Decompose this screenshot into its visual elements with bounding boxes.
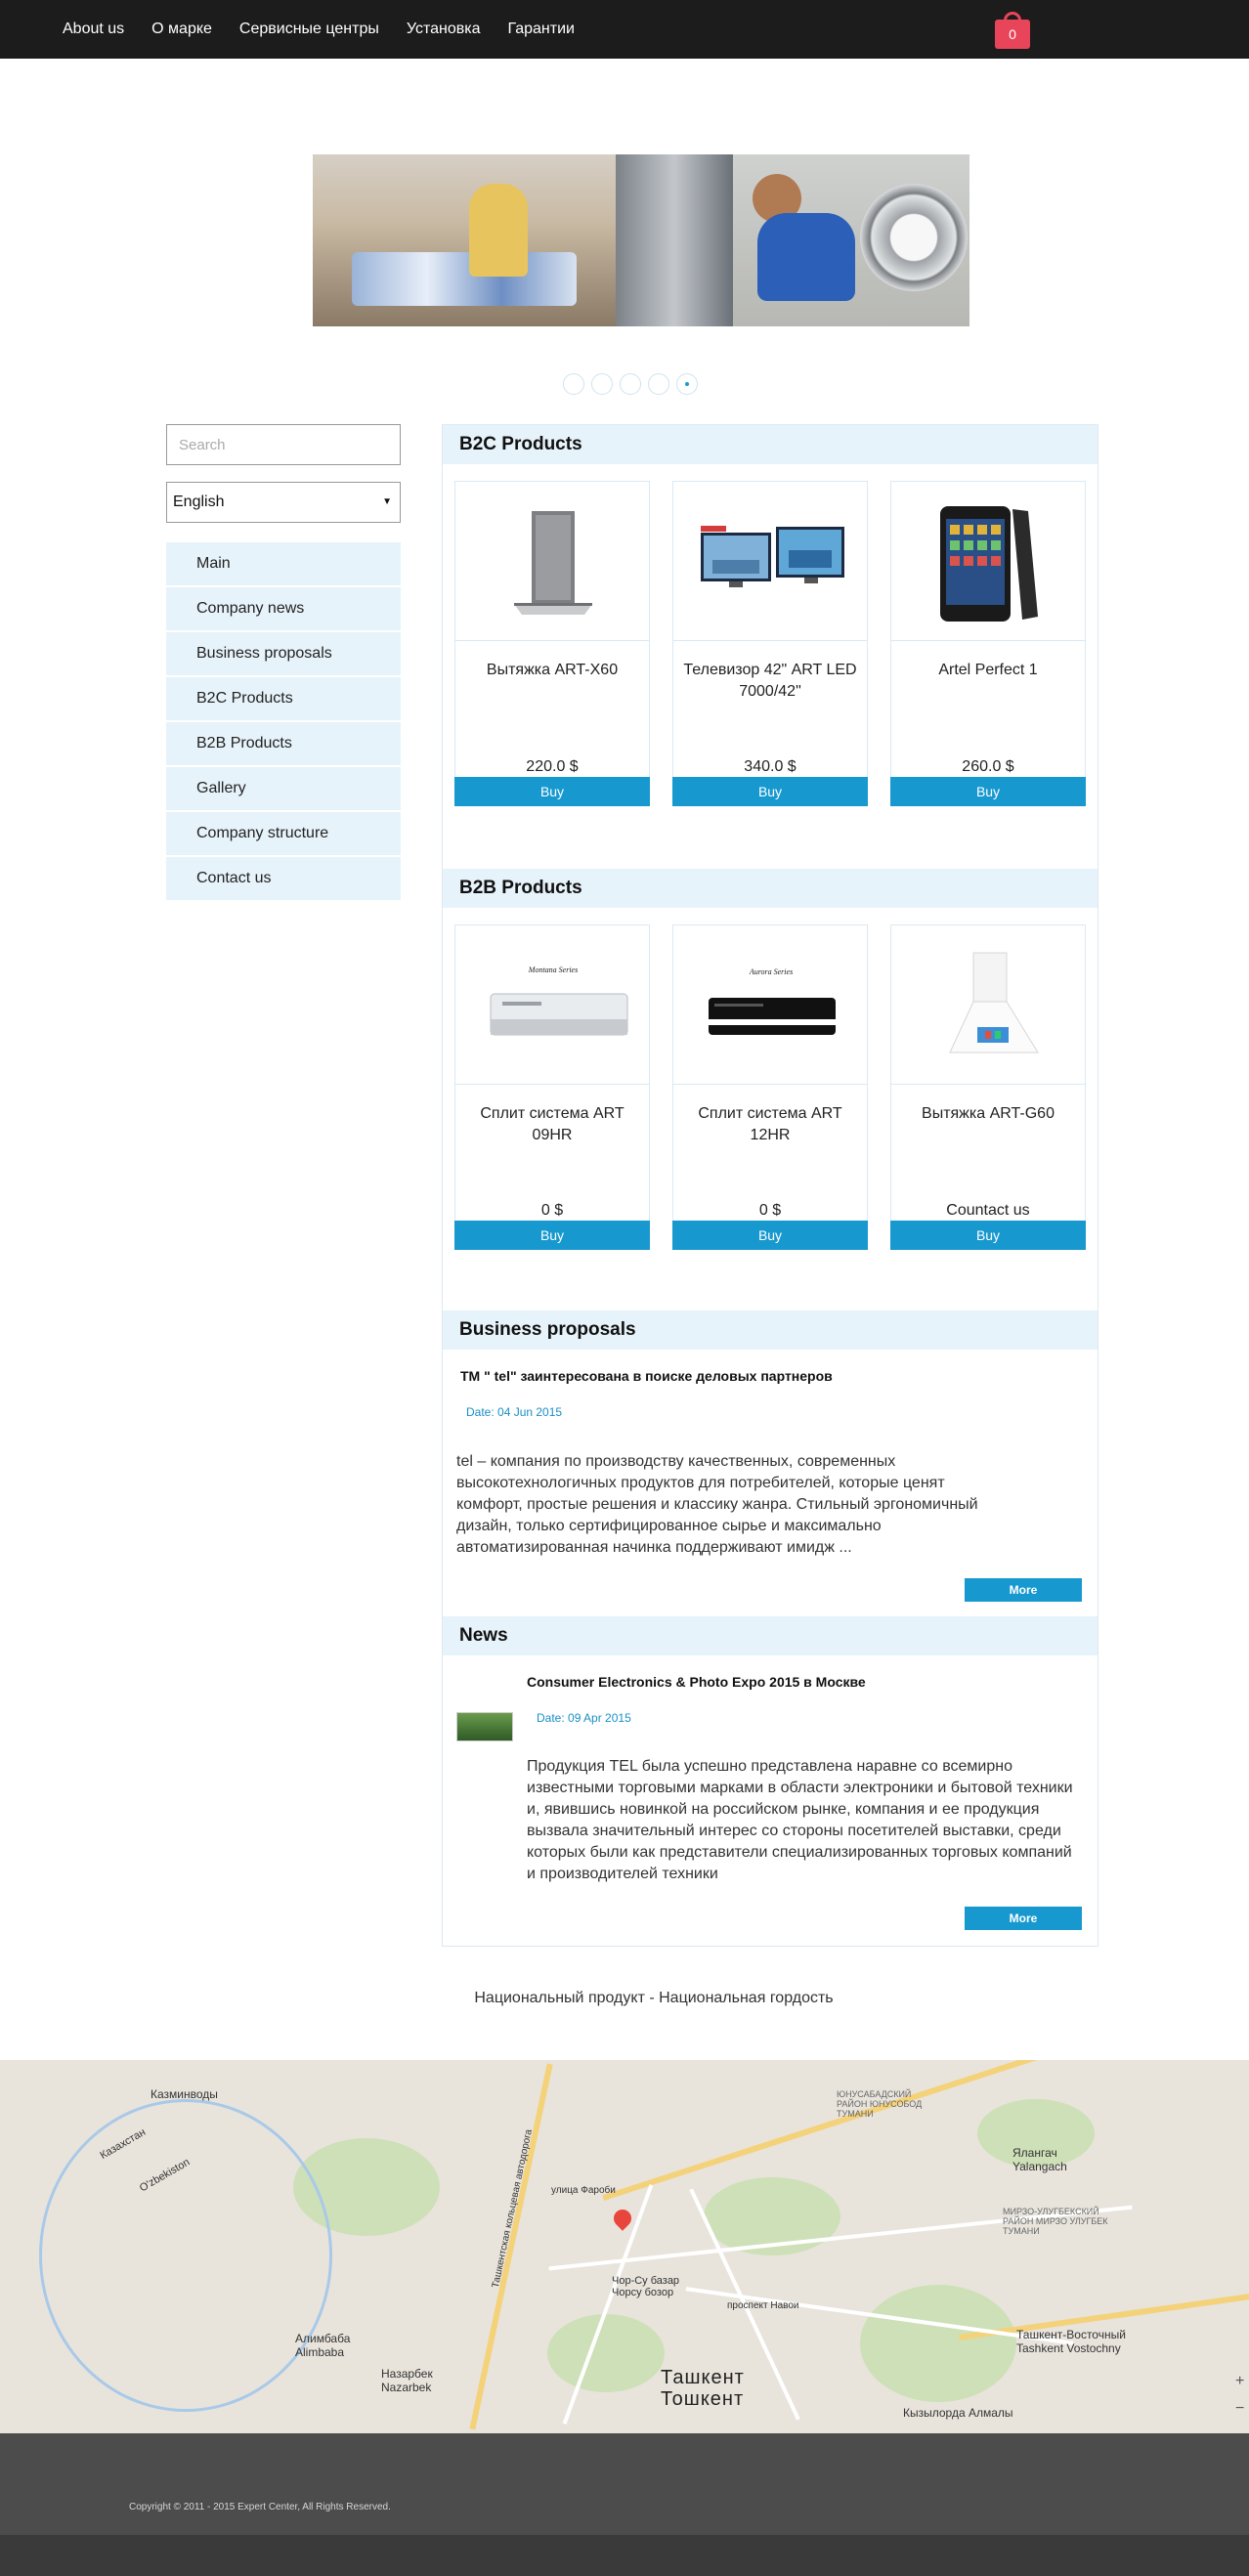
- product-price: 260.0 $: [962, 758, 1014, 775]
- product-name[interactable]: Телевизор 42" ART LED 7000/42": [672, 660, 868, 703]
- zoom-out-icon[interactable]: −: [1235, 2400, 1244, 2418]
- product-price: 0 $: [540, 1202, 564, 1219]
- news-item-date: Date: 09 Apr 2015: [537, 1711, 631, 1725]
- more-button[interactable]: More: [965, 1578, 1082, 1602]
- product-name[interactable]: Сплит система ART 12HR: [672, 1103, 868, 1146]
- sidebar-menu: Main Company news Business proposals B2C…: [166, 542, 401, 902]
- product-name[interactable]: Artel Perfect 1: [890, 660, 1086, 681]
- top-menu: About us О марке Сервисные центры Устано…: [49, 0, 588, 59]
- slider-dots: [563, 373, 698, 395]
- map-marker-icon[interactable]: [610, 2206, 635, 2235]
- news-item-title[interactable]: Consumer Electronics & Photo Expo 2015 в…: [527, 1674, 866, 1690]
- dropdown-arrow-icon: ▼: [382, 496, 392, 507]
- product-name[interactable]: Сплит система ART 09HR: [454, 1103, 650, 1146]
- product-price: Countact us: [946, 1202, 1030, 1219]
- search-input[interactable]: [166, 424, 401, 465]
- business-item-text: tel – компания по производству качествен…: [456, 1453, 978, 1556]
- b2c-section-title: B2C Products: [443, 425, 1098, 464]
- buy-button[interactable]: Buy: [890, 777, 1086, 806]
- top-navigation: About us О марке Сервисные центры Устано…: [0, 0, 1249, 59]
- product-price: 340.0 $: [744, 758, 797, 775]
- product-image-caption: Montana Series: [528, 966, 578, 974]
- sidebar-item-company-news[interactable]: Company news: [166, 587, 401, 630]
- product-image-split-ac[interactable]: Montana Series: [454, 924, 650, 1085]
- product-card: Aurora Series Сплит система ART 12HR 0 $…: [672, 924, 868, 1250]
- product-price: 0 $: [758, 1202, 782, 1219]
- sidebar-item-business-proposals[interactable]: Business proposals: [166, 632, 401, 675]
- language-value: English: [173, 494, 225, 510]
- slider-dot-active[interactable]: [676, 373, 698, 395]
- language-select[interactable]: English ▼: [166, 482, 401, 523]
- product-image-hood[interactable]: [454, 481, 650, 641]
- buy-button[interactable]: Buy: [890, 1221, 1086, 1250]
- cart-count: 0: [995, 20, 1030, 49]
- business-proposals-title: Business proposals: [443, 1310, 1098, 1350]
- product-card: Вытяжка ART-X60 220.0 $ Buy: [454, 481, 650, 806]
- product-image-hood[interactable]: [890, 924, 1086, 1085]
- product-image-caption: Aurora Series: [749, 967, 793, 976]
- product-image-tv[interactable]: [672, 481, 868, 641]
- news-item-text: Продукция TEL была успешно представлена …: [527, 1758, 1073, 1882]
- product-price: 220.0 $: [526, 758, 579, 775]
- more-button[interactable]: More: [965, 1907, 1082, 1930]
- b2b-section-title: B2B Products: [443, 869, 1098, 908]
- sidebar-item-gallery[interactable]: Gallery: [166, 767, 401, 810]
- buy-button[interactable]: Buy: [454, 1221, 650, 1250]
- banner-slide-image: [313, 154, 969, 326]
- business-item-title[interactable]: TM " tel" заинтересована в поиске деловы…: [460, 1368, 833, 1384]
- map-city-label: Ташкент: [661, 2367, 745, 2388]
- sidebar-item-company-structure[interactable]: Company structure: [166, 812, 401, 855]
- nav-installation[interactable]: Установка: [393, 0, 495, 59]
- product-name[interactable]: Вытяжка ART-G60: [890, 1103, 1086, 1125]
- footer: Copyright © 2011 - 2015 Expert Center, A…: [0, 2433, 1249, 2576]
- buy-button[interactable]: Buy: [454, 777, 650, 806]
- slogan: Национальный продукт - Национальная горд…: [474, 1990, 834, 2006]
- sidebar-item-b2c-products[interactable]: B2C Products: [166, 677, 401, 720]
- product-card: Artel Perfect 1 260.0 $ Buy: [890, 481, 1086, 806]
- cart-button[interactable]: 0: [995, 12, 1030, 49]
- news-thumbnail[interactable]: [456, 1712, 513, 1741]
- zoom-in-icon[interactable]: +: [1235, 2373, 1244, 2390]
- slider-dot[interactable]: [563, 373, 584, 395]
- nav-o-marke[interactable]: О марке: [138, 0, 226, 59]
- main-content: B2C Products Вытяжка ART-X60 220.0 $ Buy: [442, 424, 1098, 1947]
- business-item-date: Date: 04 Jun 2015: [466, 1405, 563, 1419]
- slider-dot[interactable]: [591, 373, 613, 395]
- slider-dot[interactable]: [620, 373, 641, 395]
- product-image-split-ac[interactable]: Aurora Series: [672, 924, 868, 1085]
- copyright-text: Copyright © 2011 - 2015 Expert Center, A…: [129, 2502, 391, 2512]
- map-city-label-uz: Тошкент: [661, 2388, 745, 2410]
- sidebar-item-contact-us[interactable]: Contact us: [166, 857, 401, 900]
- product-card: Телевизор 42" ART LED 7000/42" 340.0 $ B…: [672, 481, 868, 806]
- sidebar-item-main[interactable]: Main: [166, 542, 401, 585]
- buy-button[interactable]: Buy: [672, 777, 868, 806]
- product-name[interactable]: Вытяжка ART-X60: [454, 660, 650, 681]
- product-card: Montana Series Сплит система ART 09HR 0 …: [454, 924, 650, 1250]
- buy-button[interactable]: Buy: [672, 1221, 868, 1250]
- product-card: Вытяжка ART-G60 Countact us Buy: [890, 924, 1086, 1250]
- location-map[interactable]: Казминводы Казахстан O'zbekiston Алимбаб…: [0, 2060, 1249, 2433]
- nav-warranty[interactable]: Гарантии: [494, 0, 588, 59]
- nav-about-us[interactable]: About us: [49, 0, 138, 59]
- slider-dot[interactable]: [648, 373, 669, 395]
- product-image-phone[interactable]: [890, 481, 1086, 641]
- news-section-title: News: [443, 1616, 1098, 1655]
- sidebar-item-b2b-products[interactable]: B2B Products: [166, 722, 401, 765]
- nav-service-centers[interactable]: Сервисные центры: [226, 0, 393, 59]
